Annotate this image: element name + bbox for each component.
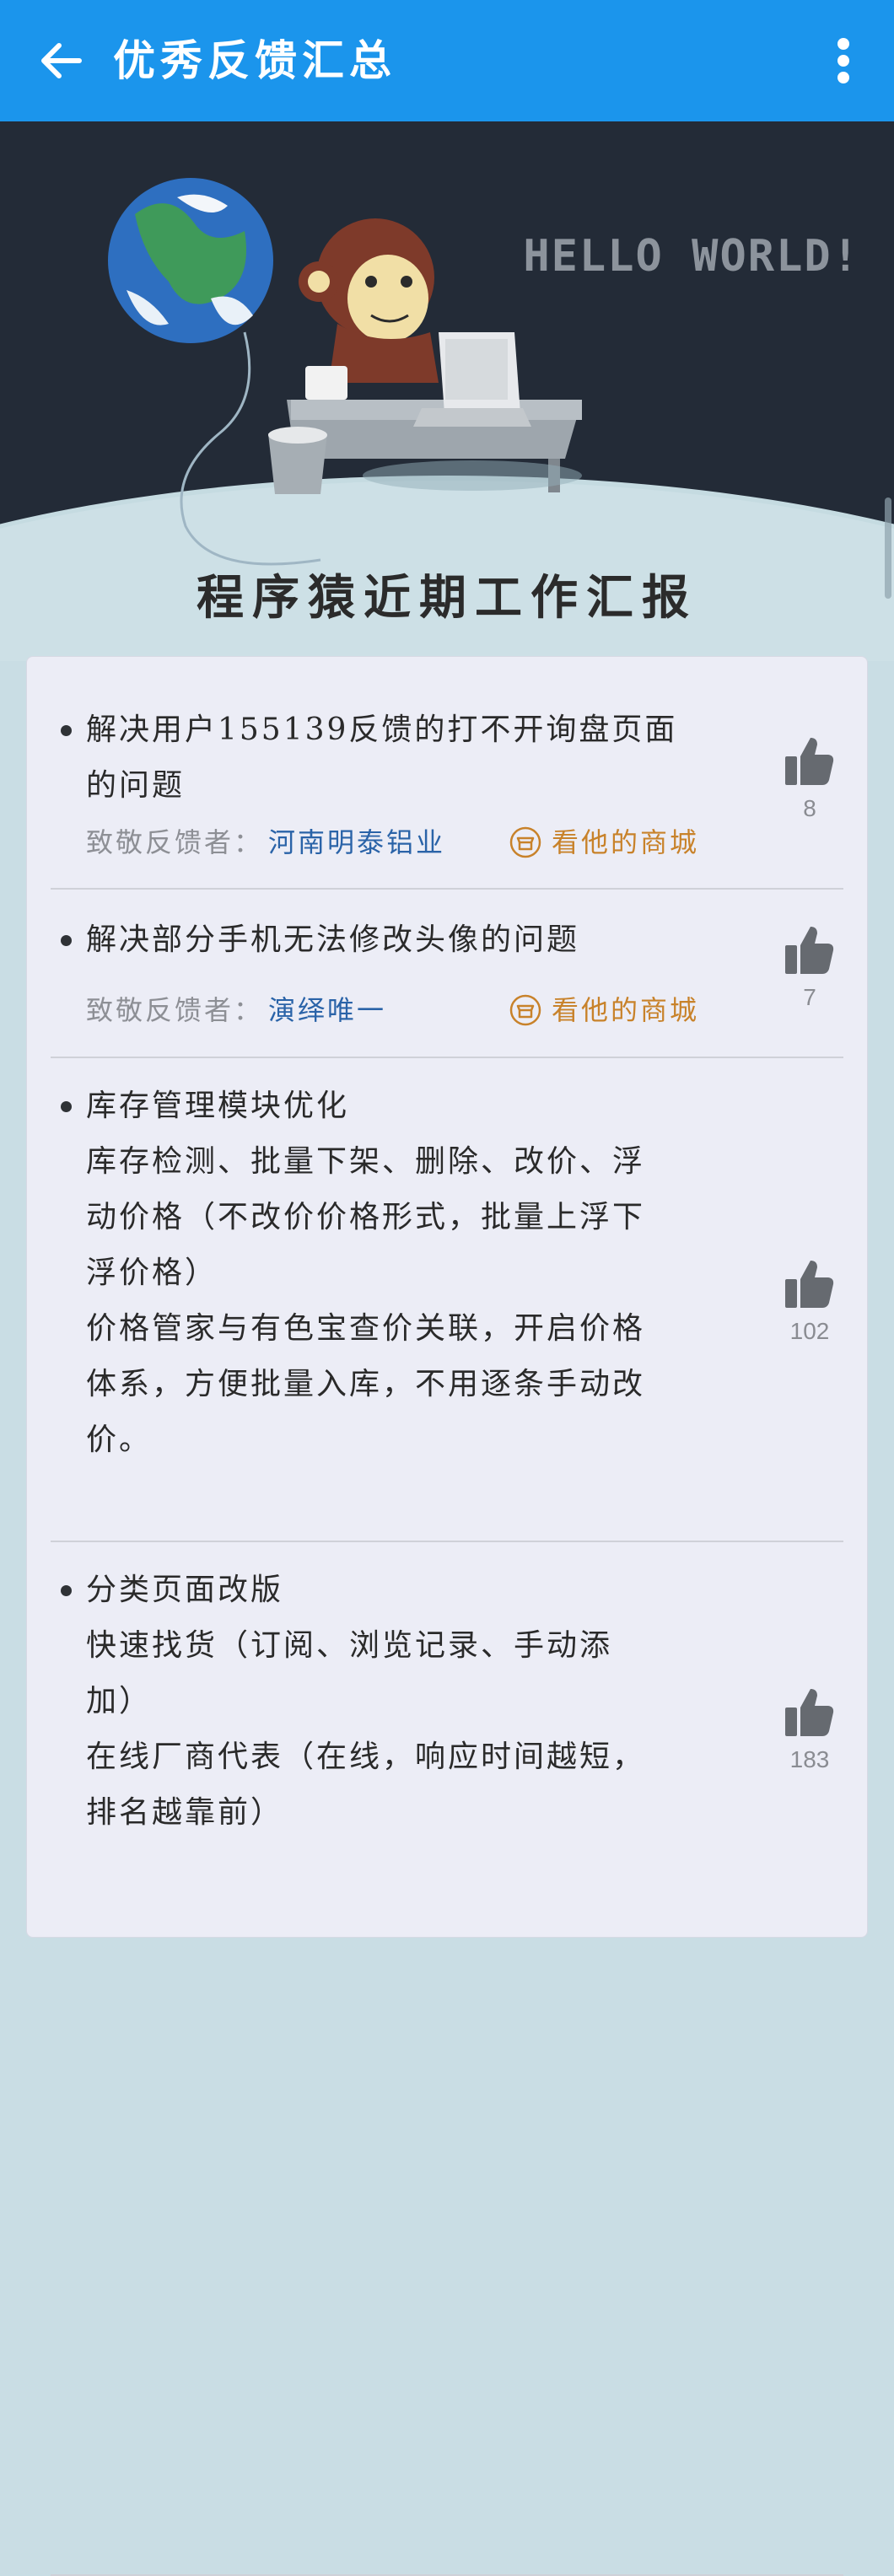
credit-label: 致敬反馈者： <box>86 994 264 1026</box>
bullet-icon <box>61 1585 72 1596</box>
feedback-line: 快速找货（订阅、浏览记录、手动添 <box>86 1628 613 1663</box>
feedback-line: 库存检测、批量下架、删除、改价、浮 <box>86 1144 646 1179</box>
like-button[interactable]: 7 <box>751 923 869 1011</box>
like-button[interactable]: 102 <box>751 1257 869 1345</box>
feedback-line: 解决部分手机无法修改头像的问题 <box>86 922 580 957</box>
back-button[interactable] <box>32 32 89 89</box>
like-button[interactable]: 183 <box>751 1686 869 1773</box>
arrow-left-icon <box>41 43 82 78</box>
feedback-line: 价格管家与有色宝查价关联，开启价格 <box>86 1311 646 1346</box>
like-button[interactable]: 8 <box>751 734 869 822</box>
thumbs-up-icon <box>785 1689 834 1736</box>
feedback-line: 体系，方便批量入库，不用逐条手动改 <box>86 1367 646 1401</box>
view-shop-label: 看他的商城 <box>552 994 700 1026</box>
credit-line: 致敬反馈者： 演绎唯一 <box>86 985 386 1035</box>
view-shop-link[interactable]: 看他的商城 <box>509 985 699 1035</box>
feedback-line: 价。 <box>86 1422 153 1457</box>
bullet-icon <box>61 1101 72 1112</box>
feedback-text: 分类页面改版 快速找货（订阅、浏览记录、手动添 加） 在线厂商代表（在线，响应时… <box>86 1562 744 1841</box>
feedback-line: 加） <box>86 1684 153 1718</box>
like-count: 183 <box>789 1746 830 1772</box>
like-count: 8 <box>803 795 816 821</box>
banner-title: 程序猿近期工作汇报 <box>197 570 697 626</box>
feedback-line: 的问题 <box>86 768 186 803</box>
page-title: 优秀反馈汇总 <box>113 35 396 85</box>
credit-name-link[interactable]: 河南明泰铝业 <box>268 826 445 858</box>
bullet-icon <box>61 725 72 736</box>
store-icon <box>509 994 541 1026</box>
banner-illustration: HELLO WORLD! 程序猿近期工作汇报 <box>0 121 894 661</box>
more-options-button[interactable] <box>813 32 874 89</box>
feedback-line: 库存管理模块优化 <box>86 1089 350 1123</box>
divider <box>51 1057 843 1058</box>
feedback-text: 解决部分手机无法修改头像的问题 <box>86 912 744 968</box>
hello-world-text: HELLO WORLD! <box>523 231 860 282</box>
divider <box>51 888 843 890</box>
feedback-line: 动价格（不改价价格形式，批量上浮下 <box>86 1200 646 1234</box>
app-bar: 优秀反馈汇总 <box>0 0 894 121</box>
store-icon <box>509 826 541 858</box>
thumbs-up-icon <box>785 927 834 974</box>
credit-name-link[interactable]: 演绎唯一 <box>268 994 386 1026</box>
scrollbar-thumb[interactable] <box>885 497 891 599</box>
divider <box>51 1541 843 1542</box>
feedback-line: 浮价格） <box>86 1256 218 1290</box>
feedback-text: 库存管理模块优化 库存检测、批量下架、删除、改价、浮 动价格（不改价价格形式，批… <box>86 1078 744 1468</box>
like-count: 102 <box>789 1318 830 1344</box>
credit-label: 致敬反馈者： <box>86 826 264 858</box>
feedback-line: 解决用户155139反馈的打不开询盘页面 <box>86 713 678 747</box>
feedback-line: 分类页面改版 <box>86 1573 284 1607</box>
thumbs-up-icon <box>785 1261 834 1308</box>
feedback-card: 解决用户155139反馈的打不开询盘页面 的问题 致敬反馈者： 河南明泰铝业 看他… <box>26 656 869 2576</box>
thumbs-up-icon <box>785 738 834 785</box>
view-shop-link[interactable]: 看他的商城 <box>509 817 699 868</box>
feedback-line: 排名越靠前） <box>86 1795 284 1830</box>
feedback-text: 解决用户155139反馈的打不开询盘页面 的问题 <box>86 702 744 814</box>
like-count: 7 <box>803 984 816 1010</box>
credit-line: 致敬反馈者： 河南明泰铝业 <box>86 817 445 868</box>
bullet-icon <box>61 935 72 946</box>
view-shop-label: 看他的商城 <box>552 826 700 858</box>
feedback-line: 在线厂商代表（在线，响应时间越短， <box>86 1740 646 1774</box>
more-vertical-icon <box>837 38 849 83</box>
